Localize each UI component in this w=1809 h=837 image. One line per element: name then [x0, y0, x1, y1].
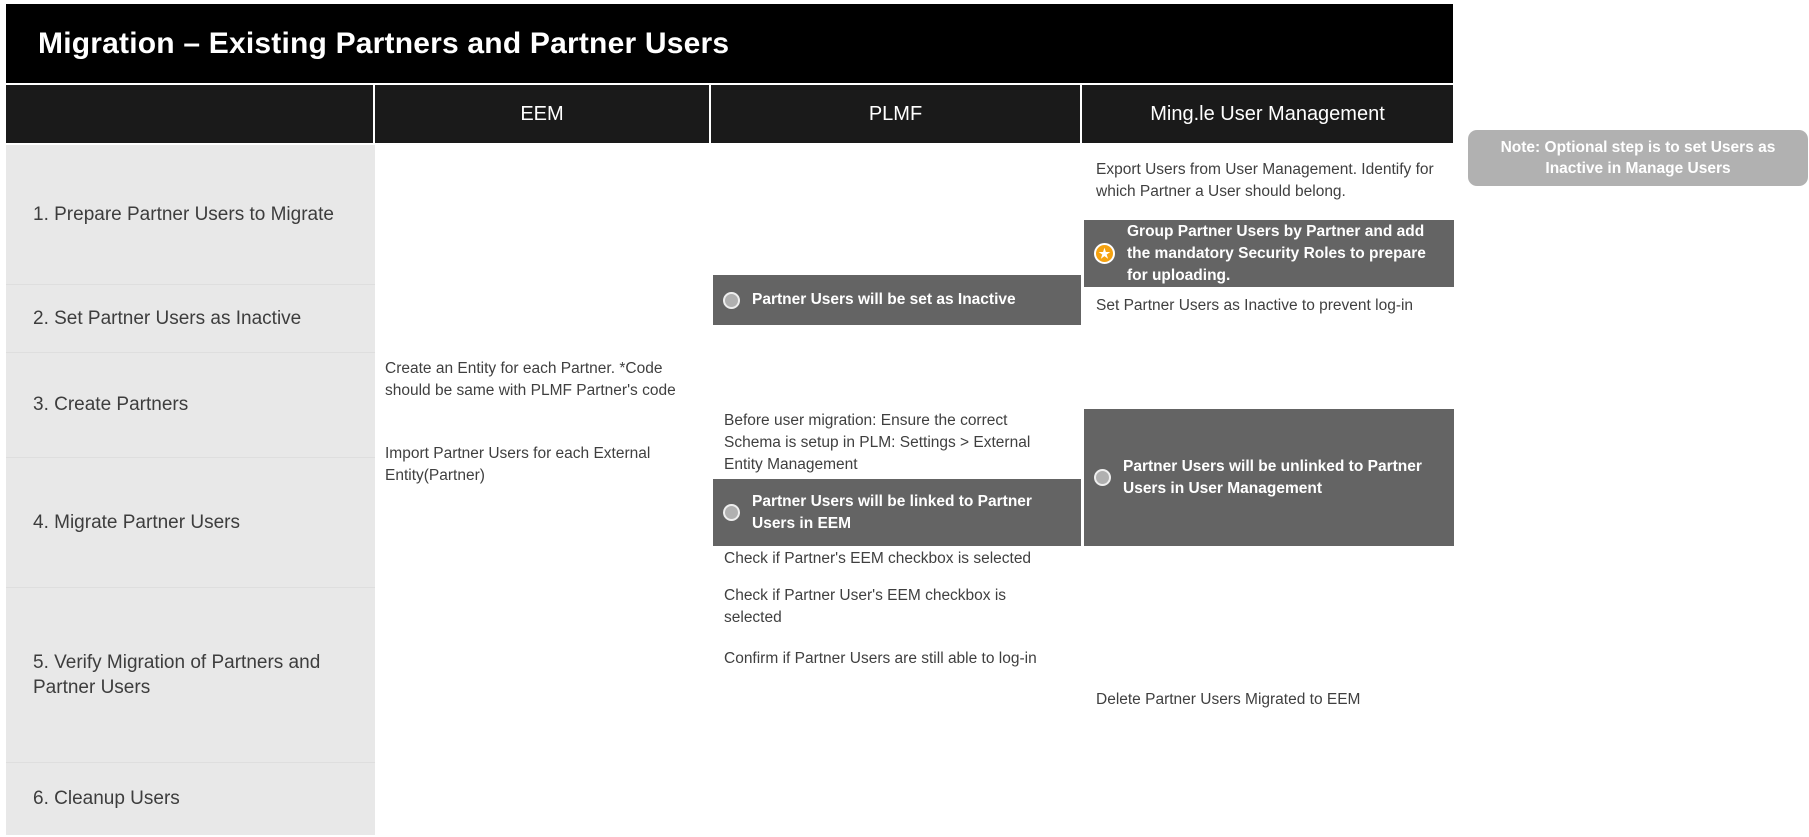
step-row-5[interactable]: 5. Verify Migration of Partners and Part…	[6, 588, 375, 763]
cell-mingle-delete-users: Delete Partner Users Migrated to EEM	[1096, 691, 1361, 708]
steps-column: 1. Prepare Partner Users to Migrate 2. S…	[6, 145, 375, 835]
circle-bullet-icon	[1094, 469, 1111, 486]
cell-mingle-set-inactive: Set Partner Users as Inactive to prevent…	[1096, 297, 1414, 314]
cell-plmf-linked-users: Partner Users will be linked to Partner …	[713, 479, 1081, 546]
step-row-1[interactable]: 1. Prepare Partner Users to Migrate	[6, 145, 375, 285]
cell-mingle-export-users: Export Users from User Management. Ident…	[1096, 161, 1434, 200]
cell-plmf-linked-users-text: Partner Users will be linked to Partner …	[752, 492, 1032, 532]
step-label-2: 2. Set Partner Users as Inactive	[33, 307, 302, 329]
circle-bullet-icon	[723, 504, 740, 521]
slide-title-bar: Migration – Existing Partners and Partne…	[6, 4, 1453, 83]
step-label-1: 1. Prepare Partner Users to Migrate	[33, 203, 334, 225]
cell-plmf-verify-user-checkbox: Check if Partner User's EEM checkbox is …	[724, 587, 1007, 626]
cell-plmf-set-inactive: Partner Users will be set as Inactive	[713, 275, 1081, 325]
column-header-eem: EEM	[375, 85, 711, 143]
optional-step-note: Note: Optional step is to set Users as I…	[1468, 130, 1808, 186]
cell-mingle-group-users: ★ Group Partner Users by Partner and add…	[1084, 220, 1454, 287]
cell-mingle-unlinked-users: Partner Users will be unlinked to Partne…	[1084, 409, 1454, 546]
table-header-row: EEM PLMF Ming.le User Management	[6, 85, 1453, 143]
column-separator-steps-eem	[375, 145, 377, 835]
cell-eem-import-users: Import Partner Users for each External E…	[385, 445, 651, 484]
cell-plmf-verify-partner-checkbox: Check if Partner's EEM checkbox is selec…	[724, 550, 1032, 567]
cell-eem-create-entity: Create an Entity for each Partner. *Code…	[385, 360, 676, 399]
cell-plmf-set-inactive-text: Partner Users will be set as Inactive	[752, 291, 1016, 308]
step-label-3: 3. Create Partners	[33, 394, 189, 416]
page-title: Migration – Existing Partners and Partne…	[38, 26, 730, 60]
step-row-6[interactable]: 6. Cleanup Users	[6, 763, 375, 835]
slide-canvas: Migration – Existing Partners and Partne…	[0, 0, 1809, 837]
cell-mingle-group-users-text: Group Partner Users by Partner and add t…	[1127, 222, 1426, 284]
step-row-4[interactable]: 4. Migrate Partner Users	[6, 458, 375, 588]
cell-plmf-schema-setup: Before user migration: Ensure the correc…	[724, 412, 1031, 473]
column-header-mingle: Ming.le User Management	[1082, 85, 1453, 143]
step-row-2[interactable]: 2. Set Partner Users as Inactive	[6, 285, 375, 353]
cell-plmf-verify-login: Confirm if Partner Users are still able …	[724, 650, 1037, 667]
column-header-plmf: PLMF	[711, 85, 1082, 143]
circle-bullet-icon	[723, 291, 740, 309]
column-header-steps	[6, 85, 375, 143]
step-label-5: 5. Verify Migration of Partners and Part…	[33, 651, 321, 698]
step-label-6: 6. Cleanup Users	[33, 788, 180, 810]
step-label-4: 4. Migrate Partner Users	[33, 511, 240, 533]
table-body: 1. Prepare Partner Users to Migrate 2. S…	[6, 145, 1454, 835]
step-row-3[interactable]: 3. Create Partners	[6, 353, 375, 458]
cell-mingle-unlinked-users-text: Partner Users will be unlinked to Partne…	[1123, 457, 1422, 497]
star-icon: ★	[1094, 243, 1115, 264]
